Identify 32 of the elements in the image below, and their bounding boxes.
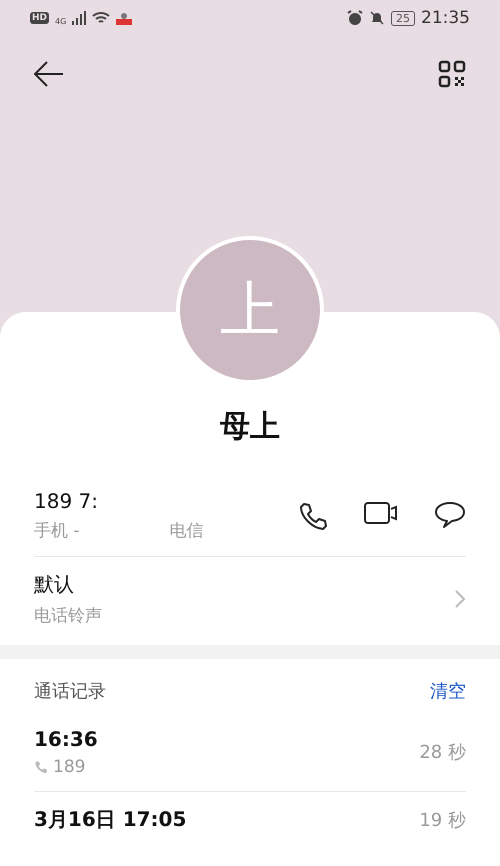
signal-icon [72,11,86,25]
carrier-label: 电信 [170,520,204,542]
call-log-entry[interactable]: 16:36 189 28 秒 [34,713,466,792]
phone-type: 手机 - [34,520,80,542]
muted-bell-icon [369,10,385,26]
wifi-icon [92,11,110,25]
call-duration: 19 秒 [419,808,466,832]
call-duration: 28 秒 [419,741,466,764]
battery-indicator: 25 [391,10,415,26]
chevron-right-icon [454,589,466,609]
clear-link[interactable]: 清空 [430,679,466,703]
phone-number: 189 7: [34,489,99,513]
call-log-title: 通话记录 [34,680,106,703]
phone-icon[interactable] [298,500,328,530]
back-icon[interactable] [34,61,64,87]
message-icon[interactable] [434,500,466,528]
ringtone-label: 电话铃声 [34,605,102,627]
clock: 21:35 [421,8,470,28]
network-type: 4G [55,16,66,26]
call-time: 3月16日 17:05 [34,806,186,833]
alarm-icon [347,10,363,26]
call-log-entry[interactable]: 3月16日 17:05 19 秒 [34,792,466,847]
incoming-call-icon [34,760,48,774]
ringtone-setting[interactable]: 默认 电话铃声 [34,557,466,641]
call-time: 16:36 [34,727,98,751]
qr-code-icon[interactable] [438,60,466,88]
app-notification-icon [116,11,132,25]
hd-indicator: HD [30,12,50,24]
call-number: 189 [53,757,86,777]
video-call-icon[interactable] [364,500,398,524]
contact-name: 母上 [220,408,280,446]
ringtone-value: 默认 [34,571,75,598]
